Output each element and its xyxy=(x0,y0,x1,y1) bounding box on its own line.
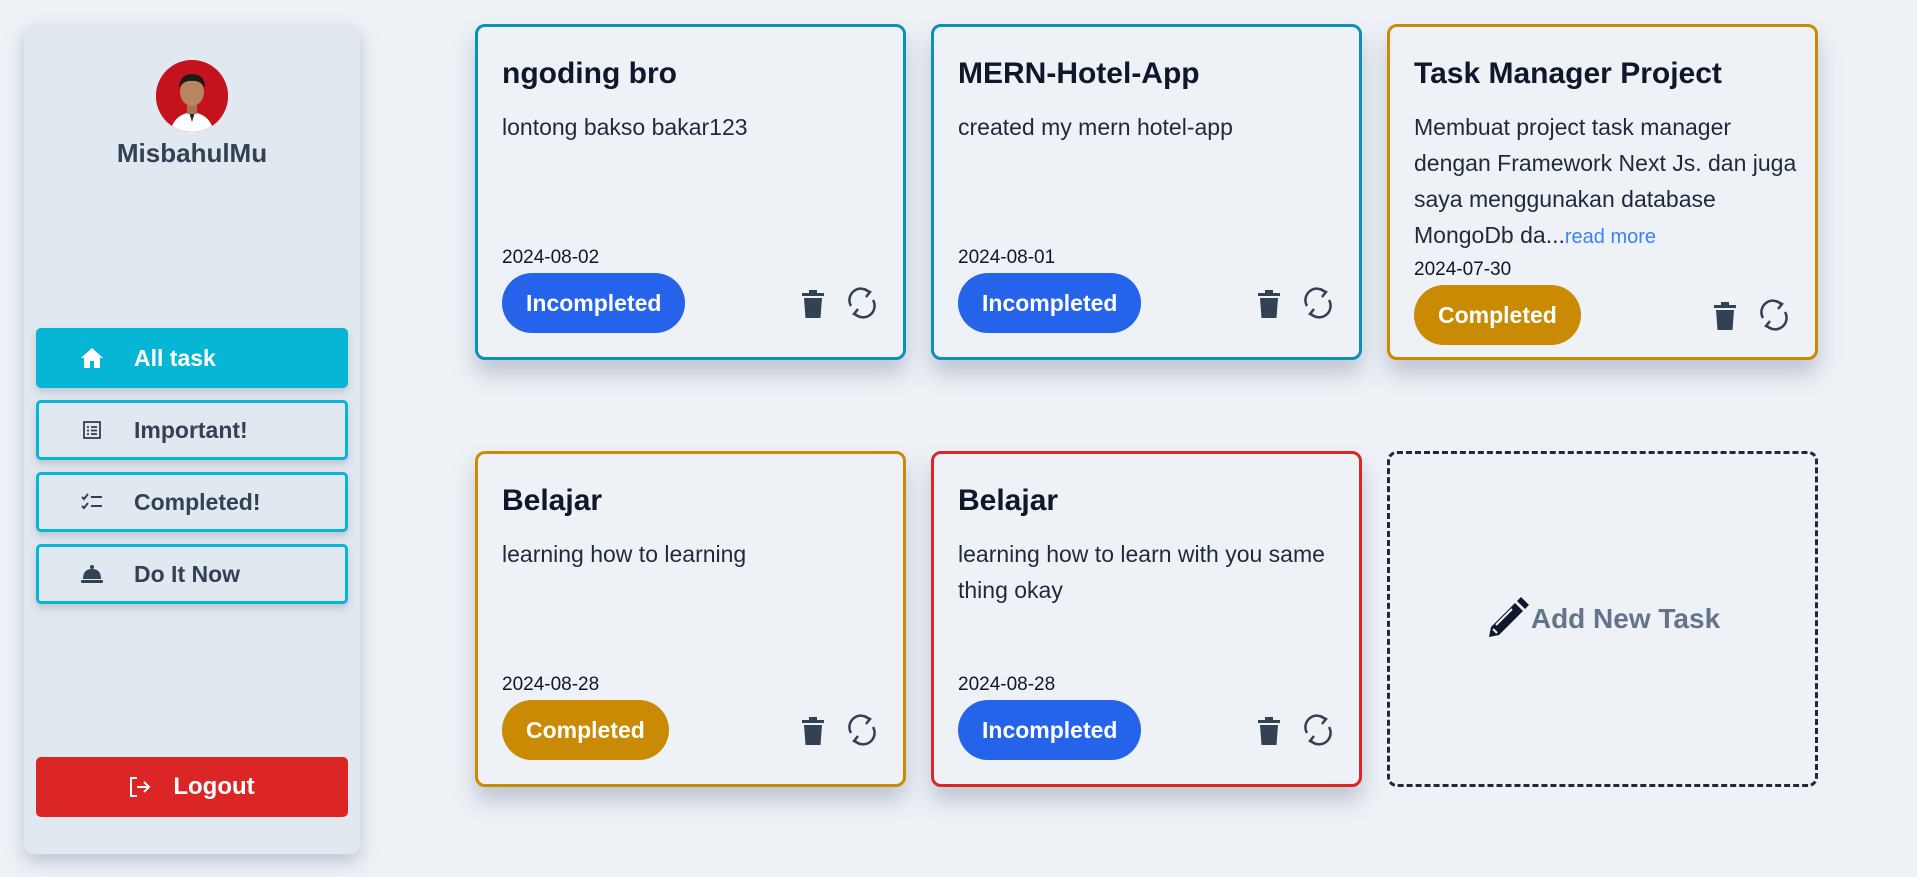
trash-icon[interactable] xyxy=(1712,301,1738,331)
trash-icon[interactable] xyxy=(800,716,826,746)
task-date: 2024-08-28 xyxy=(502,674,600,695)
nav-label: All task xyxy=(134,344,216,371)
refresh-icon[interactable] xyxy=(844,712,880,748)
status-toggle-button[interactable]: Incompleted xyxy=(958,273,1142,333)
avatar[interactable] xyxy=(156,60,228,132)
add-task-label: Add New Task xyxy=(1530,603,1721,634)
trash-icon[interactable] xyxy=(800,289,826,319)
task-date: 2024-08-01 xyxy=(958,247,1056,268)
refresh-icon[interactable] xyxy=(1756,297,1792,333)
status-toggle-button[interactable]: Completed xyxy=(502,700,669,760)
nav-label: Completed! xyxy=(134,488,261,515)
task-title: Task Manager Project xyxy=(1414,57,1722,90)
status-toggle-button[interactable]: Incompleted xyxy=(502,273,686,333)
task-title: MERN-Hotel-App xyxy=(958,57,1200,90)
task-description: learning how to learning xyxy=(502,541,747,567)
sidebar: MisbahulMu All task Important! Completed… xyxy=(24,24,360,854)
read-more-link[interactable]: read more xyxy=(1565,226,1656,248)
nav-important-button[interactable]: Important! xyxy=(36,400,348,460)
nav-completed-button[interactable]: Completed! xyxy=(36,472,348,532)
task-description: created my mern hotel-app xyxy=(958,114,1233,140)
task-description: lontong bakso bakar123 xyxy=(502,114,748,140)
task-title: Belajar xyxy=(502,484,603,517)
trash-icon[interactable] xyxy=(1256,289,1282,319)
status-toggle-button[interactable]: Completed xyxy=(1414,285,1581,345)
nav-label: Do It Now xyxy=(134,560,241,587)
task-title: Belajar xyxy=(958,484,1059,517)
task-date: 2024-08-02 xyxy=(502,247,600,268)
add-new-task-button[interactable]: Add New Task xyxy=(1387,451,1818,787)
status-toggle-button[interactable]: Incompleted xyxy=(958,700,1142,760)
task-description: Membuat project task manager dengan Fram… xyxy=(1414,114,1797,248)
refresh-icon[interactable] xyxy=(1300,712,1336,748)
nav-all-task-button[interactable]: All task xyxy=(36,328,348,388)
nav-do-it-now-button[interactable]: Do It Now xyxy=(36,544,348,604)
nav-label: Important! xyxy=(134,416,248,443)
home-icon xyxy=(72,347,112,369)
trash-icon[interactable] xyxy=(1256,716,1282,746)
bell-icon xyxy=(72,564,112,584)
task-card: Belajar learning how to learn with you s… xyxy=(931,451,1362,787)
checklist-icon xyxy=(72,493,112,511)
refresh-icon[interactable] xyxy=(844,285,880,321)
logout-label: Logout xyxy=(173,773,255,800)
logout-button[interactable]: Logout xyxy=(36,757,348,817)
task-card: ngoding bro lontong bakso bakar123 2024-… xyxy=(475,24,906,360)
task-card: Task Manager Project Membuat project tas… xyxy=(1387,24,1818,360)
task-card: Belajar learning how to learning 2024-08… xyxy=(475,451,906,787)
task-date: 2024-07-30 xyxy=(1414,259,1512,280)
task-title: ngoding bro xyxy=(502,57,677,90)
task-description: learning how to learn with you same thin… xyxy=(958,541,1325,603)
task-card: MERN-Hotel-App created my mern hotel-app… xyxy=(931,24,1362,360)
refresh-icon[interactable] xyxy=(1300,285,1336,321)
username: MisbahulMu xyxy=(116,138,268,168)
task-date: 2024-08-28 xyxy=(958,674,1056,695)
list-icon xyxy=(72,420,112,440)
pencil-icon xyxy=(1485,597,1529,641)
logout-icon xyxy=(129,776,151,798)
